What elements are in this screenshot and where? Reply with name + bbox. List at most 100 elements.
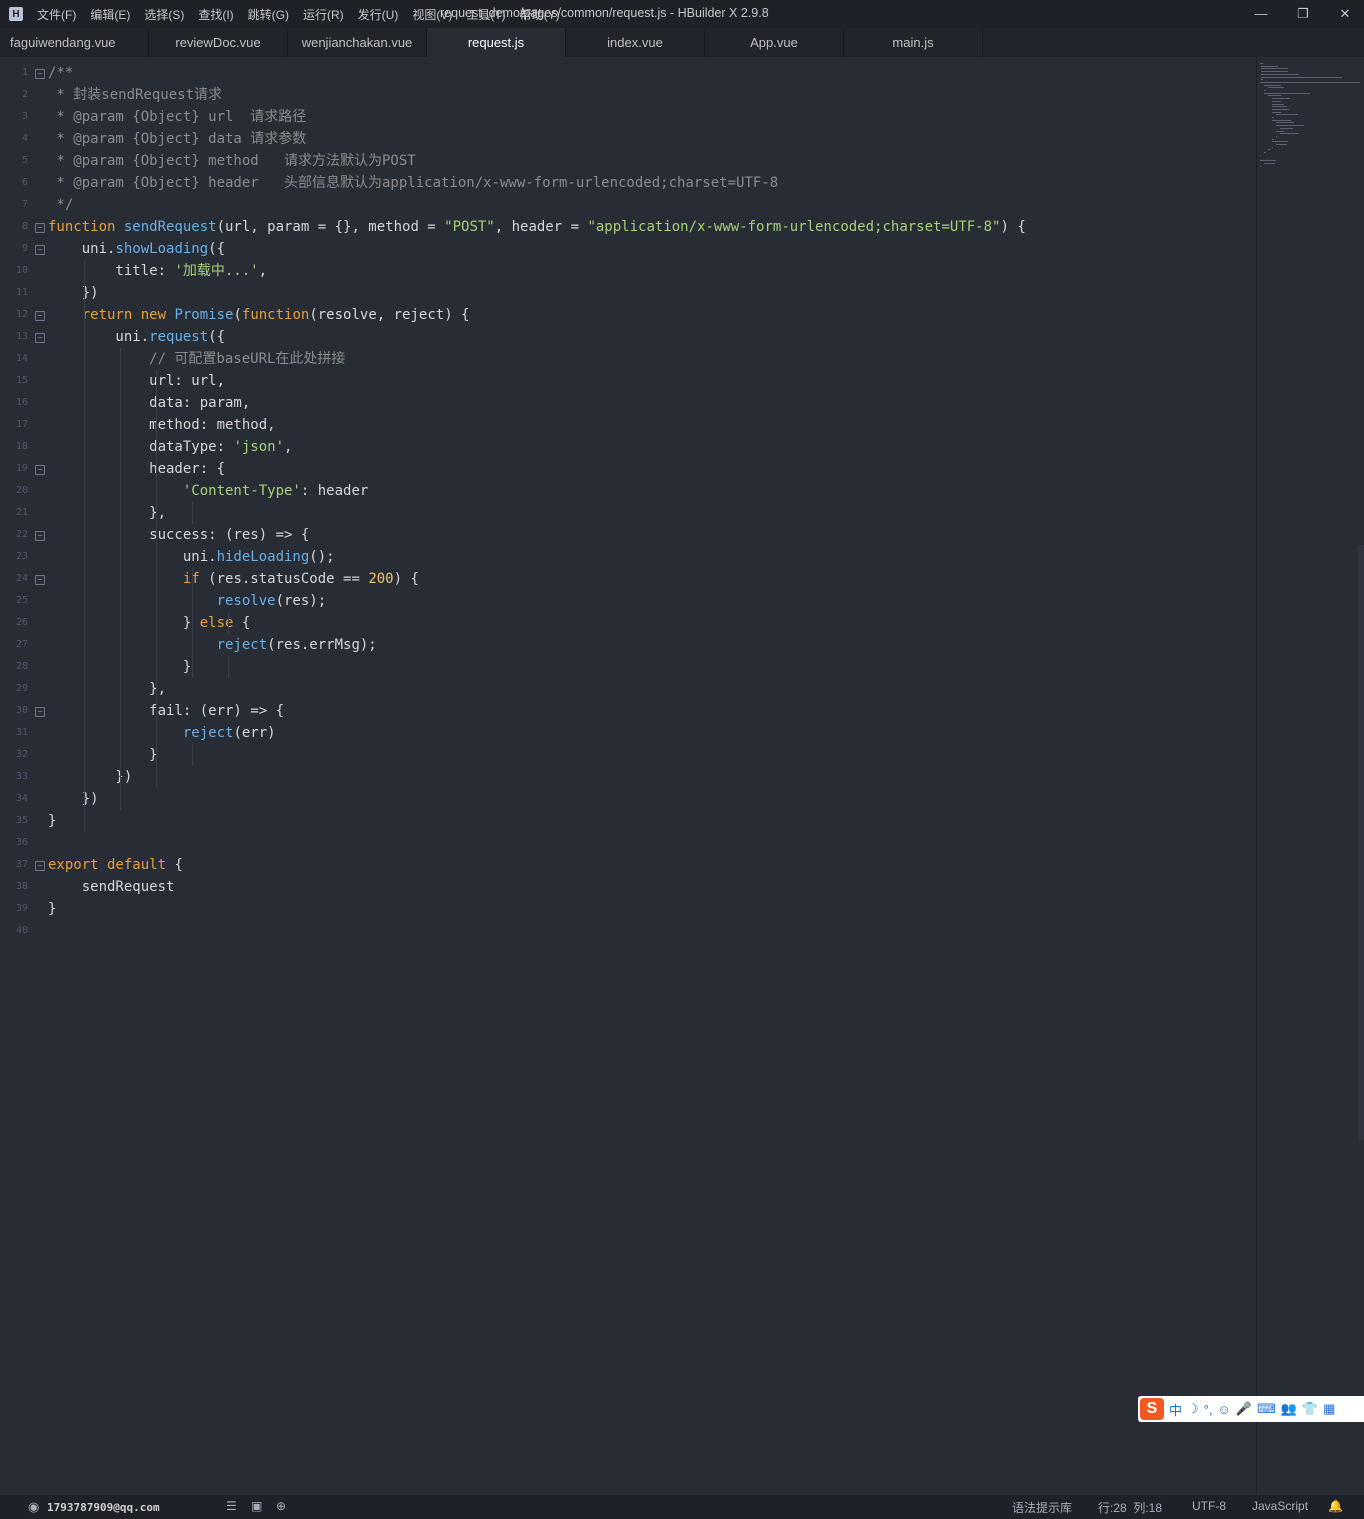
users-icon[interactable]: 👥 [1281,1401,1297,1417]
menu-item-6[interactable]: 发行(U) [358,6,399,23]
code-line[interactable]: 9− uni.showLoading({ [0,238,1250,260]
code-line[interactable]: 26 } else { [0,612,1250,634]
code-line[interactable]: 10 title: '加载中...', [0,260,1250,282]
tab-request-js[interactable]: request.js [427,28,566,57]
code-line[interactable]: 39} [0,898,1250,920]
code-line[interactable]: 32 } [0,744,1250,766]
code-line[interactable]: 40 [0,920,1250,942]
punctuation-icon[interactable]: °, [1204,1402,1213,1417]
moon-icon[interactable]: ☽ [1187,1401,1199,1417]
chinese-mode-icon[interactable]: 中 [1169,1400,1182,1419]
fold-toggle-icon[interactable]: − [35,531,45,541]
code-line[interactable]: 4 * @param {Object} data 请求参数 [0,128,1250,150]
code-line[interactable]: 36 [0,832,1250,854]
code-line[interactable]: 33 }) [0,766,1250,788]
code-line[interactable]: 2 * 封装sendRequest请求 [0,84,1250,106]
code-line[interactable]: 37− export default { [0,854,1250,876]
code-line[interactable]: 19− header: { [0,458,1250,480]
grid-menu-icon[interactable]: ▦ [1323,1401,1335,1417]
microphone-icon[interactable]: 🎤 [1236,1401,1252,1417]
code-line[interactable]: 16 data: param, [0,392,1250,414]
menu-item-3[interactable]: 查找(I) [198,6,233,23]
fold-toggle-icon[interactable]: − [35,69,45,79]
code-line[interactable]: 5 * @param {Object} method 请求方法默认为POST [0,150,1250,172]
code-line[interactable]: 20 'Content-Type': header [0,480,1250,502]
code-token: url: url, [48,373,226,389]
cursor-position[interactable]: 行:28 列:18 [1098,1499,1162,1516]
code-line[interactable]: 15 url: url, [0,370,1250,392]
code-line[interactable]: 34 }) [0,788,1250,810]
menu-item-2[interactable]: 选择(S) [144,6,184,23]
minimize-icon[interactable]: — [1247,4,1275,24]
fold-toggle-icon[interactable]: − [35,245,45,255]
code-line[interactable]: 11 }) [0,282,1250,304]
code-line[interactable]: 1−/** [0,62,1250,84]
code-line[interactable]: 30− fail: (err) => { [0,700,1250,722]
fold-toggle-icon[interactable]: − [35,333,45,343]
sogou-ime-logo-icon[interactable]: S [1140,1398,1164,1420]
tab-reviewdoc-vue[interactable]: reviewDoc.vue [149,28,288,57]
code-line[interactable]: 8− function sendRequest(url, param = {}, … [0,216,1250,238]
grammar-library-link[interactable]: 语法提示库 [1012,1499,1072,1516]
fold-toggle-icon[interactable]: − [35,861,45,871]
code-text: 'Content-Type': header [48,480,368,502]
code-line[interactable]: 35} [0,810,1250,832]
skin-icon[interactable]: 👕 [1302,1401,1318,1417]
language-mode[interactable]: JavaScript [1252,1499,1308,1513]
terminal-icon[interactable]: ▣ [251,1499,262,1513]
code-line[interactable]: 23 uni.hideLoading(); [0,546,1250,568]
tab-faguiwendang-vue[interactable]: faguiwendang.vue [0,28,149,57]
fold-toggle-icon[interactable]: − [35,311,45,321]
menu-item-8[interactable]: 工具(T) [466,6,505,23]
hbuilder-logo-icon[interactable]: H [9,7,23,21]
browser-icon[interactable]: ⊕ [276,1499,286,1513]
menu-item-0[interactable]: 文件(F) [37,6,76,23]
menu-item-4[interactable]: 跳转(G) [248,6,289,23]
tab-wenjianchakan-vue[interactable]: wenjianchakan.vue [288,28,427,57]
indent-guide [120,348,121,810]
code-line[interactable]: 18 dataType: 'json', [0,436,1250,458]
code-editor[interactable]: 1−/** 2 * 封装sendRequest请求 3 * @param {Obje… [0,57,1256,1495]
code-line[interactable]: 28 } [0,656,1250,678]
file-encoding[interactable]: UTF-8 [1192,1499,1226,1513]
code-line[interactable]: 3 * @param {Object} url 请求路径 [0,106,1250,128]
code-token: ) { [393,571,419,587]
code-line[interactable]: 13− uni.request({ [0,326,1250,348]
fold-toggle-icon[interactable]: − [35,223,45,233]
tab-index-vue[interactable]: index.vue [566,28,705,57]
minimap[interactable] [1256,57,1364,1495]
code-line[interactable]: 14 // 可配置baseURL在此处拼接 [0,348,1250,370]
keyboard-icon[interactable]: ⌨ [1257,1401,1276,1417]
user-account[interactable]: 1793787909@qq.com [47,1501,160,1514]
code-line[interactable]: 29 }, [0,678,1250,700]
fold-toggle-icon[interactable]: − [35,465,45,475]
vertical-scrollbar[interactable] [1358,545,1364,1140]
restore-icon[interactable]: ❐ [1289,4,1317,24]
code-line[interactable]: 24− if (res.statusCode == 200) { [0,568,1250,590]
code-line[interactable]: 12− return new Promise(function(resolve,… [0,304,1250,326]
outline-icon[interactable]: ☰ [226,1499,237,1513]
user-icon[interactable]: ◉ [28,1499,39,1515]
menu-item-7[interactable]: 视图(V) [412,6,452,23]
code-line[interactable]: 22− success: (res) => { [0,524,1250,546]
emoji-icon[interactable]: ☺ [1217,1402,1230,1417]
menu-item-9[interactable]: 帮助(Y) [520,6,560,23]
close-icon[interactable]: ✕ [1331,4,1359,24]
bell-icon[interactable]: 🔔 [1328,1499,1343,1513]
code-line[interactable]: 25 resolve(res); [0,590,1250,612]
fold-toggle-icon[interactable]: − [35,575,45,585]
code-line[interactable]: 27 reject(res.errMsg); [0,634,1250,656]
code-line[interactable]: 17 method: method, [0,414,1250,436]
tab-main-js[interactable]: main.js [844,28,983,57]
ime-toolbar[interactable]: S 中 ☽ °, ☺ 🎤 ⌨ 👥 👕 ▦ [1138,1396,1364,1422]
code-line[interactable]: 31 reject(err) [0,722,1250,744]
menu-item-5[interactable]: 运行(R) [303,6,344,23]
code-line[interactable]: 21 }, [0,502,1250,524]
code-line[interactable]: 38 sendRequest [0,876,1250,898]
code-token: * @param {Object} url 请求路径 [48,109,307,125]
code-line[interactable]: 7 */ [0,194,1250,216]
menu-item-1[interactable]: 编辑(E) [90,6,130,23]
code-line[interactable]: 6 * @param {Object} header 头部信息默认为applic… [0,172,1250,194]
fold-toggle-icon[interactable]: − [35,707,45,717]
tab-app-vue[interactable]: App.vue [705,28,844,57]
